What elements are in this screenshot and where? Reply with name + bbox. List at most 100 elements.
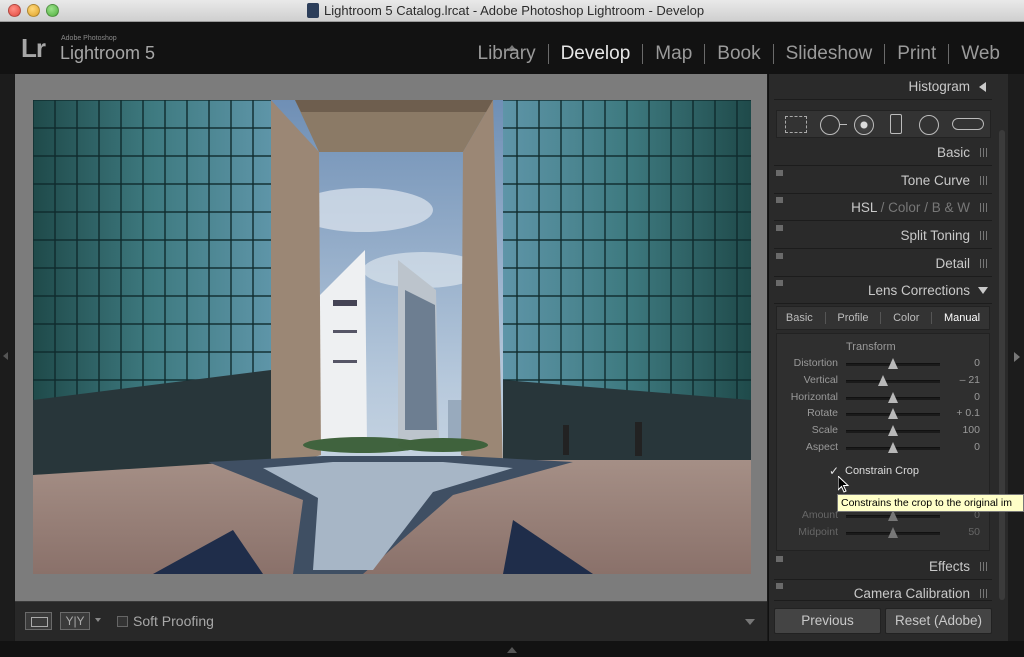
split-toning-header[interactable]: Split Toning bbox=[774, 223, 992, 249]
slider-value[interactable]: 50 bbox=[968, 526, 980, 538]
detail-label: Detail bbox=[935, 256, 970, 271]
slider-thumb[interactable] bbox=[888, 408, 898, 419]
color-tab[interactable]: Color bbox=[888, 200, 920, 215]
detail-header[interactable]: Detail bbox=[774, 251, 992, 277]
collapse-right-panel-icon[interactable] bbox=[1014, 352, 1020, 362]
panel-toggle-switch[interactable] bbox=[776, 197, 783, 203]
title-bar: Lightroom 5 Catalog.lrcat - Adobe Photos… bbox=[0, 0, 1024, 22]
vertical-slider[interactable]: Vertical – 21 bbox=[776, 373, 990, 389]
before-after-dropdown-icon[interactable] bbox=[95, 618, 101, 622]
hsl-separator: / bbox=[924, 200, 928, 215]
expand-filmstrip-icon[interactable] bbox=[507, 647, 517, 653]
panel-grip-icon bbox=[980, 259, 988, 268]
hsl-tab[interactable]: HSL bbox=[851, 200, 877, 215]
basic-panel-header[interactable]: Basic bbox=[774, 140, 992, 166]
tab-manual[interactable]: Manual bbox=[938, 310, 986, 326]
histogram-header[interactable]: Histogram bbox=[774, 74, 992, 100]
spot-removal-arrow-icon bbox=[839, 124, 847, 125]
slider-value[interactable]: 100 bbox=[962, 424, 980, 436]
collapse-triangle-icon[interactable] bbox=[978, 287, 988, 294]
module-print[interactable]: Print bbox=[885, 43, 948, 65]
split-toning-label: Split Toning bbox=[900, 228, 970, 243]
module-library[interactable]: Library bbox=[466, 43, 548, 65]
before-after-button[interactable]: Y|Y bbox=[60, 612, 90, 630]
effects-header[interactable]: Effects bbox=[774, 554, 992, 580]
hsl-separator: / bbox=[880, 200, 885, 215]
reset-button[interactable]: Reset (Adobe) bbox=[885, 608, 992, 634]
adjustment-brush-icon[interactable] bbox=[952, 118, 984, 130]
aspect-slider[interactable]: Aspect 0 bbox=[776, 440, 990, 456]
module-develop[interactable]: Develop bbox=[549, 43, 643, 65]
panel-toggle-switch[interactable] bbox=[776, 280, 783, 286]
previous-button[interactable]: Previous bbox=[774, 608, 881, 634]
loupe-view-button[interactable] bbox=[25, 612, 52, 630]
horizontal-slider[interactable]: Horizontal 0 bbox=[776, 390, 990, 406]
tab-basic[interactable]: Basic bbox=[780, 310, 819, 326]
slider-value[interactable]: – 21 bbox=[960, 374, 980, 386]
panel-toggle-switch[interactable] bbox=[776, 253, 783, 259]
soft-proofing-label: Soft Proofing bbox=[133, 613, 214, 629]
slider-value[interactable]: 0 bbox=[974, 357, 980, 369]
slider-value[interactable]: 0 bbox=[974, 391, 980, 403]
slider-thumb[interactable] bbox=[888, 392, 898, 403]
tab-profile[interactable]: Profile bbox=[831, 310, 874, 326]
tone-curve-header[interactable]: Tone Curve bbox=[774, 168, 992, 194]
slider-thumb[interactable] bbox=[888, 425, 898, 436]
slider-thumb[interactable] bbox=[888, 527, 898, 538]
slider-label: Vertical bbox=[803, 374, 838, 386]
photo-image bbox=[33, 100, 751, 574]
soft-proofing-checkbox[interactable] bbox=[117, 616, 128, 627]
spot-removal-icon[interactable] bbox=[820, 115, 840, 135]
photo-preview[interactable] bbox=[33, 100, 751, 574]
slider-track[interactable] bbox=[846, 380, 940, 383]
zoom-window-button[interactable] bbox=[46, 4, 59, 17]
transform-heading: Transform bbox=[846, 341, 896, 353]
slider-thumb[interactable] bbox=[878, 375, 889, 386]
lens-corrections-label: Lens Corrections bbox=[867, 283, 970, 298]
constrain-crop-label[interactable]: Constrain Crop bbox=[845, 465, 919, 477]
panel-toggle-switch[interactable] bbox=[776, 170, 783, 176]
lens-corrections-tabs: Basic Profile Color Manual bbox=[776, 306, 990, 330]
expand-triangle-icon[interactable] bbox=[979, 82, 986, 92]
camera-calibration-header[interactable]: Camera Calibration bbox=[774, 581, 992, 601]
toolbar-menu-icon[interactable] bbox=[745, 619, 755, 625]
develop-tool-strip bbox=[776, 110, 991, 138]
slider-label: Rotate bbox=[807, 407, 838, 419]
scale-slider[interactable]: Scale 100 bbox=[776, 423, 990, 439]
tab-divider bbox=[880, 312, 882, 324]
slider-value[interactable]: + 0.1 bbox=[956, 407, 980, 419]
lens-corrections-header[interactable]: Lens Corrections bbox=[774, 278, 992, 304]
rotate-slider[interactable]: Rotate + 0.1 bbox=[776, 406, 990, 422]
slider-thumb[interactable] bbox=[888, 442, 898, 453]
slider-thumb[interactable] bbox=[888, 358, 898, 369]
radial-filter-icon[interactable] bbox=[919, 115, 939, 135]
minimize-window-button[interactable] bbox=[27, 4, 40, 17]
hsl-header[interactable]: HSL / Color / B & W bbox=[774, 195, 992, 221]
vignette-midpoint-slider[interactable]: Midpoint 50 bbox=[776, 525, 990, 541]
module-web[interactable]: Web bbox=[949, 43, 1012, 65]
crop-overlay-icon[interactable] bbox=[785, 116, 807, 133]
expand-left-panel-icon[interactable] bbox=[3, 352, 8, 360]
window-title: Lightroom 5 Catalog.lrcat - Adobe Photos… bbox=[324, 3, 705, 18]
bw-tab[interactable]: B & W bbox=[932, 200, 970, 215]
red-eye-icon[interactable] bbox=[854, 115, 874, 135]
document-icon bbox=[307, 3, 319, 18]
slider-label: Midpoint bbox=[798, 526, 838, 538]
close-window-button[interactable] bbox=[8, 4, 21, 17]
panel-toggle-switch[interactable] bbox=[776, 556, 783, 562]
panel-toggle-switch[interactable] bbox=[776, 583, 783, 589]
tab-color[interactable]: Color bbox=[887, 310, 925, 326]
module-slideshow[interactable]: Slideshow bbox=[774, 43, 885, 65]
panel-grip-icon bbox=[980, 589, 988, 598]
module-book[interactable]: Book bbox=[705, 43, 772, 65]
tab-divider bbox=[824, 312, 826, 324]
graduated-filter-icon[interactable] bbox=[890, 114, 902, 134]
distortion-slider[interactable]: Distortion 0 bbox=[776, 356, 990, 372]
module-map[interactable]: Map bbox=[643, 43, 704, 65]
panel-grip-icon bbox=[980, 562, 988, 571]
histogram-label: Histogram bbox=[908, 79, 970, 94]
panel-toggle-switch[interactable] bbox=[776, 225, 783, 231]
panel-scrollbar[interactable] bbox=[999, 130, 1005, 600]
slider-value[interactable]: 0 bbox=[974, 441, 980, 453]
hsl-label: HSL / Color / B & W bbox=[851, 200, 970, 215]
